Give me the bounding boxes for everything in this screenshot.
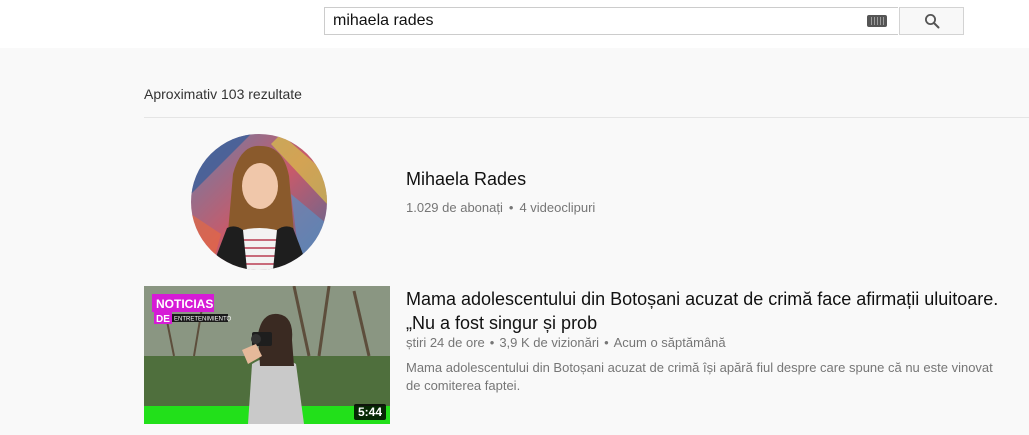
video-description: Mama adolescentului din Botoșani acuzat …: [406, 360, 993, 393]
divider: [144, 117, 1029, 118]
search-icon: [924, 14, 939, 29]
separator-dot: •: [489, 335, 495, 350]
badge-de-text: DE: [156, 314, 170, 325]
avatar-image: [191, 134, 327, 270]
top-bar: [0, 0, 1029, 48]
video-thumbnail[interactable]: NOTICIAS DE ENTRETENIMIENTO 5:44: [144, 286, 390, 424]
video-meta: știri 24 de ore • 3,9 K de vizionări • Acum …: [406, 335, 726, 350]
badge-sub-text: ENTRETENIMIENTO: [174, 317, 232, 323]
video-channel[interactable]: știri 24 de ore: [406, 335, 485, 350]
channel-meta: 1.029 de abonați • 4 videoclipuri: [406, 200, 595, 215]
badge-main-text: NOTICIAS: [156, 297, 213, 311]
video-views: 3,9 K de vizionări: [499, 335, 600, 350]
search-input[interactable]: [324, 7, 898, 35]
search-button[interactable]: [899, 7, 964, 35]
channel-title[interactable]: Mihaela Rades: [406, 169, 526, 190]
keyboard-icon[interactable]: [867, 15, 887, 27]
video-duration: 5:44: [353, 404, 386, 420]
video-count: 4 videoclipuri: [519, 200, 596, 215]
subscriber-count: 1.029 de abonați: [406, 200, 503, 215]
video-title[interactable]: Mama adolescentului din Botoșani acuzat …: [406, 287, 1006, 335]
channel-avatar[interactable]: [191, 134, 327, 270]
thumbnail-image: NOTICIAS DE ENTRETENIMIENTO: [144, 286, 390, 424]
separator-dot: •: [604, 335, 609, 350]
separator-dot: •: [508, 200, 514, 215]
search-bar: [324, 7, 964, 35]
results-count: Aproximativ 103 rezultate: [144, 86, 302, 102]
video-age: Acum o săptămână: [613, 335, 726, 350]
